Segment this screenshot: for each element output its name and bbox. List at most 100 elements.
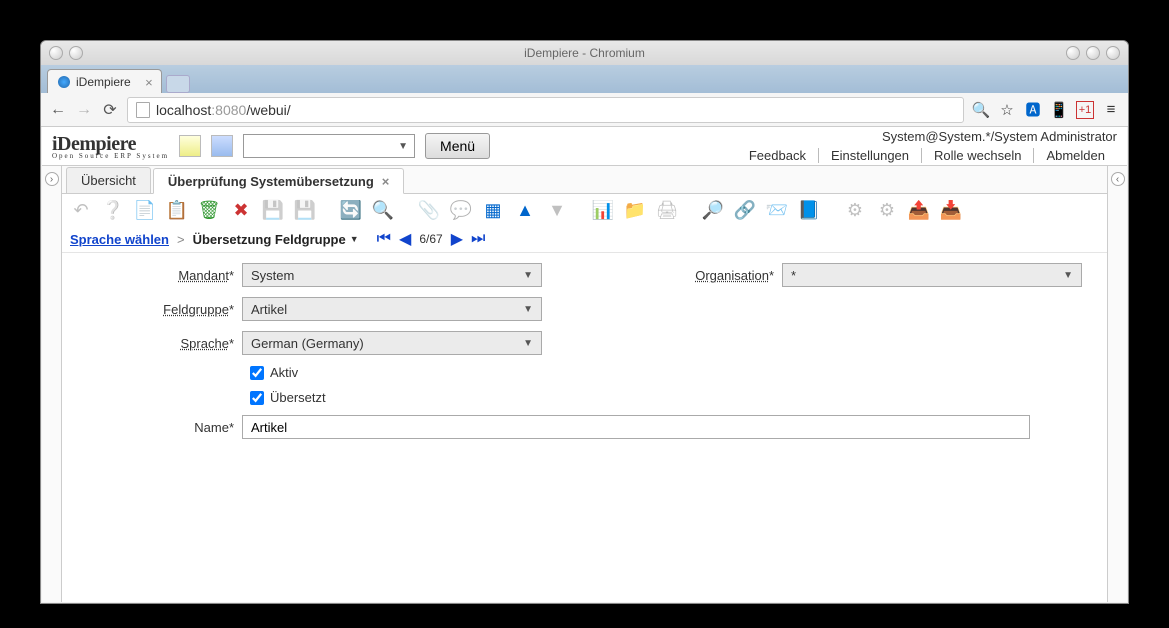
field-mandant[interactable]: System▼: [242, 263, 542, 287]
export-icon[interactable]: 📤: [906, 197, 932, 223]
device-icon[interactable]: 📱: [1050, 101, 1068, 119]
toolbar: ↶ ❔ 📄 📋 🗑 ✖ 💾 💾 🔄 🔍 📎 💬 ▦ ▲ ▼: [62, 194, 1107, 226]
forward-button[interactable]: →: [75, 101, 93, 119]
new-record-icon[interactable]: [179, 135, 201, 157]
attachment-icon: 📎: [416, 197, 442, 223]
form-area: Mandant System▼ Organisation *▼ Feldgrup…: [62, 252, 1107, 602]
label-organisation: Organisation: [622, 268, 782, 283]
tab-close-icon[interactable]: ×: [145, 75, 153, 90]
change-role-link[interactable]: Rolle wechseln: [922, 148, 1034, 163]
archive-icon[interactable]: 📁: [622, 197, 648, 223]
chevron-down-icon[interactable]: ▼: [350, 234, 359, 244]
request-icon[interactable]: 📨: [764, 197, 790, 223]
checkbox-aktiv[interactable]: [250, 366, 264, 380]
first-record-button[interactable]: ⏮: [377, 230, 391, 248]
zoom-across-icon[interactable]: 🔎: [700, 197, 726, 223]
zoom-icon[interactable]: 🔍: [972, 101, 990, 119]
window-minimize[interactable]: [1066, 46, 1080, 60]
parent-up-icon[interactable]: ▲: [512, 197, 538, 223]
help-icon[interactable]: ❔: [100, 197, 126, 223]
quick-search[interactable]: ▼: [243, 134, 415, 158]
chevron-down-icon: ▼: [523, 338, 533, 349]
process-icon: ⚙: [874, 197, 900, 223]
field-name[interactable]: [242, 415, 1030, 439]
cancel-icon[interactable]: ✖: [228, 197, 254, 223]
copy-icon[interactable]: 📋: [164, 197, 190, 223]
record-count: 6/67: [419, 232, 442, 246]
gplus-icon[interactable]: +1: [1076, 101, 1094, 119]
browser-tabstrip: iDempiere ×: [41, 65, 1128, 93]
browser-window: iDempiere - Chromium iDempiere × ← → ⟳ l…: [40, 40, 1129, 604]
browser-tab-title: iDempiere: [76, 75, 131, 89]
import-icon[interactable]: 📥: [938, 197, 964, 223]
product-info-icon[interactable]: 📘: [796, 197, 822, 223]
window-titlebar[interactable]: iDempiere - Chromium: [41, 41, 1128, 65]
next-record-button[interactable]: ▶: [451, 229, 463, 249]
workflow-icon[interactable]: 🔗: [732, 197, 758, 223]
browser-tab[interactable]: iDempiere ×: [47, 69, 162, 93]
chat-icon: 💬: [448, 197, 474, 223]
tab-translation-check[interactable]: Überprüfung Systemübersetzung ×: [153, 168, 404, 194]
label-mandant: Mandant: [82, 268, 242, 283]
left-panel-toggle[interactable]: ›: [42, 166, 62, 602]
chevron-left-icon: ‹: [1111, 172, 1125, 186]
page-content: iDempiere Open Source ERP System ▼ Menü …: [42, 127, 1127, 602]
logout-link[interactable]: Abmelden: [1034, 148, 1117, 163]
save-icon: 💾: [260, 197, 286, 223]
url-path: /webui/: [246, 102, 290, 118]
app-logo[interactable]: iDempiere Open Source ERP System: [52, 133, 169, 160]
last-record-button[interactable]: ⏭: [471, 230, 485, 248]
new-tab-button[interactable]: [166, 75, 190, 93]
tab-overview[interactable]: Übersicht: [66, 167, 151, 193]
chevron-down-icon: ▼: [398, 141, 408, 152]
app-header: iDempiere Open Source ERP System ▼ Menü …: [42, 127, 1127, 165]
breadcrumb-language-link[interactable]: Sprache wählen: [70, 232, 169, 247]
refresh-icon[interactable]: 🔄: [338, 197, 364, 223]
bookmark-star-icon[interactable]: ☆: [998, 101, 1016, 119]
chevron-down-icon: ▼: [523, 304, 533, 315]
app-tabs: Übersicht Überprüfung Systemübersetzung …: [62, 166, 1107, 194]
field-sprache[interactable]: German (Germany)▼: [242, 331, 542, 355]
field-organisation[interactable]: *▼: [782, 263, 1082, 287]
tab-close-icon[interactable]: ×: [382, 174, 390, 189]
reload-button[interactable]: ⟳: [101, 101, 119, 119]
feedback-link[interactable]: Feedback: [737, 148, 819, 163]
url-input[interactable]: localhost:8080/webui/: [127, 97, 964, 123]
save-new-icon: 💾: [292, 197, 318, 223]
window-pin-button[interactable]: [69, 46, 83, 60]
breadcrumb-separator: >: [177, 232, 185, 247]
favicon: [58, 76, 70, 88]
menu-icon[interactable]: ≡: [1102, 101, 1120, 119]
open-window-icon[interactable]: [211, 135, 233, 157]
field-feldgruppe[interactable]: Artikel▼: [242, 297, 542, 321]
print-icon: 🖨: [654, 197, 680, 223]
chevron-down-icon: ▼: [523, 270, 533, 281]
new-icon[interactable]: 📄: [132, 197, 158, 223]
window-maximize[interactable]: [1086, 46, 1100, 60]
label-name: Name: [82, 420, 242, 435]
window-close[interactable]: [1106, 46, 1120, 60]
settings-link[interactable]: Einstellungen: [819, 148, 922, 163]
back-button[interactable]: ←: [49, 101, 67, 119]
breadcrumb-current[interactable]: Übersetzung Feldgruppe: [193, 232, 346, 247]
label-uebersetzt: Übersetzt: [270, 390, 326, 405]
checkbox-uebersetzt[interactable]: [250, 391, 264, 405]
url-port: :8080: [211, 102, 246, 118]
chevron-right-icon: ›: [45, 172, 59, 186]
window-title: iDempiere - Chromium: [41, 46, 1128, 60]
label-sprache: Sprache: [82, 336, 242, 351]
menu-button[interactable]: Menü: [425, 133, 490, 159]
lookup-icon[interactable]: 🔍: [370, 197, 396, 223]
prev-record-button[interactable]: ◀: [399, 229, 411, 249]
breadcrumb: Sprache wählen > Übersetzung Feldgruppe …: [62, 226, 1107, 252]
report-icon[interactable]: 📊: [590, 197, 616, 223]
translate-icon[interactable]: 🅰: [1024, 101, 1042, 119]
label-feldgruppe: Feldgruppe: [82, 302, 242, 317]
grid-icon[interactable]: ▦: [480, 197, 506, 223]
window-menu-button[interactable]: [49, 46, 63, 60]
delete-icon[interactable]: 🗑: [196, 197, 222, 223]
address-bar-row: ← → ⟳ localhost:8080/webui/ 🔍 ☆ 🅰 📱 +1 ≡: [41, 93, 1128, 127]
label-aktiv: Aktiv: [270, 365, 298, 380]
right-panel-toggle[interactable]: ‹: [1107, 166, 1127, 602]
undo-icon: ↶: [68, 197, 94, 223]
